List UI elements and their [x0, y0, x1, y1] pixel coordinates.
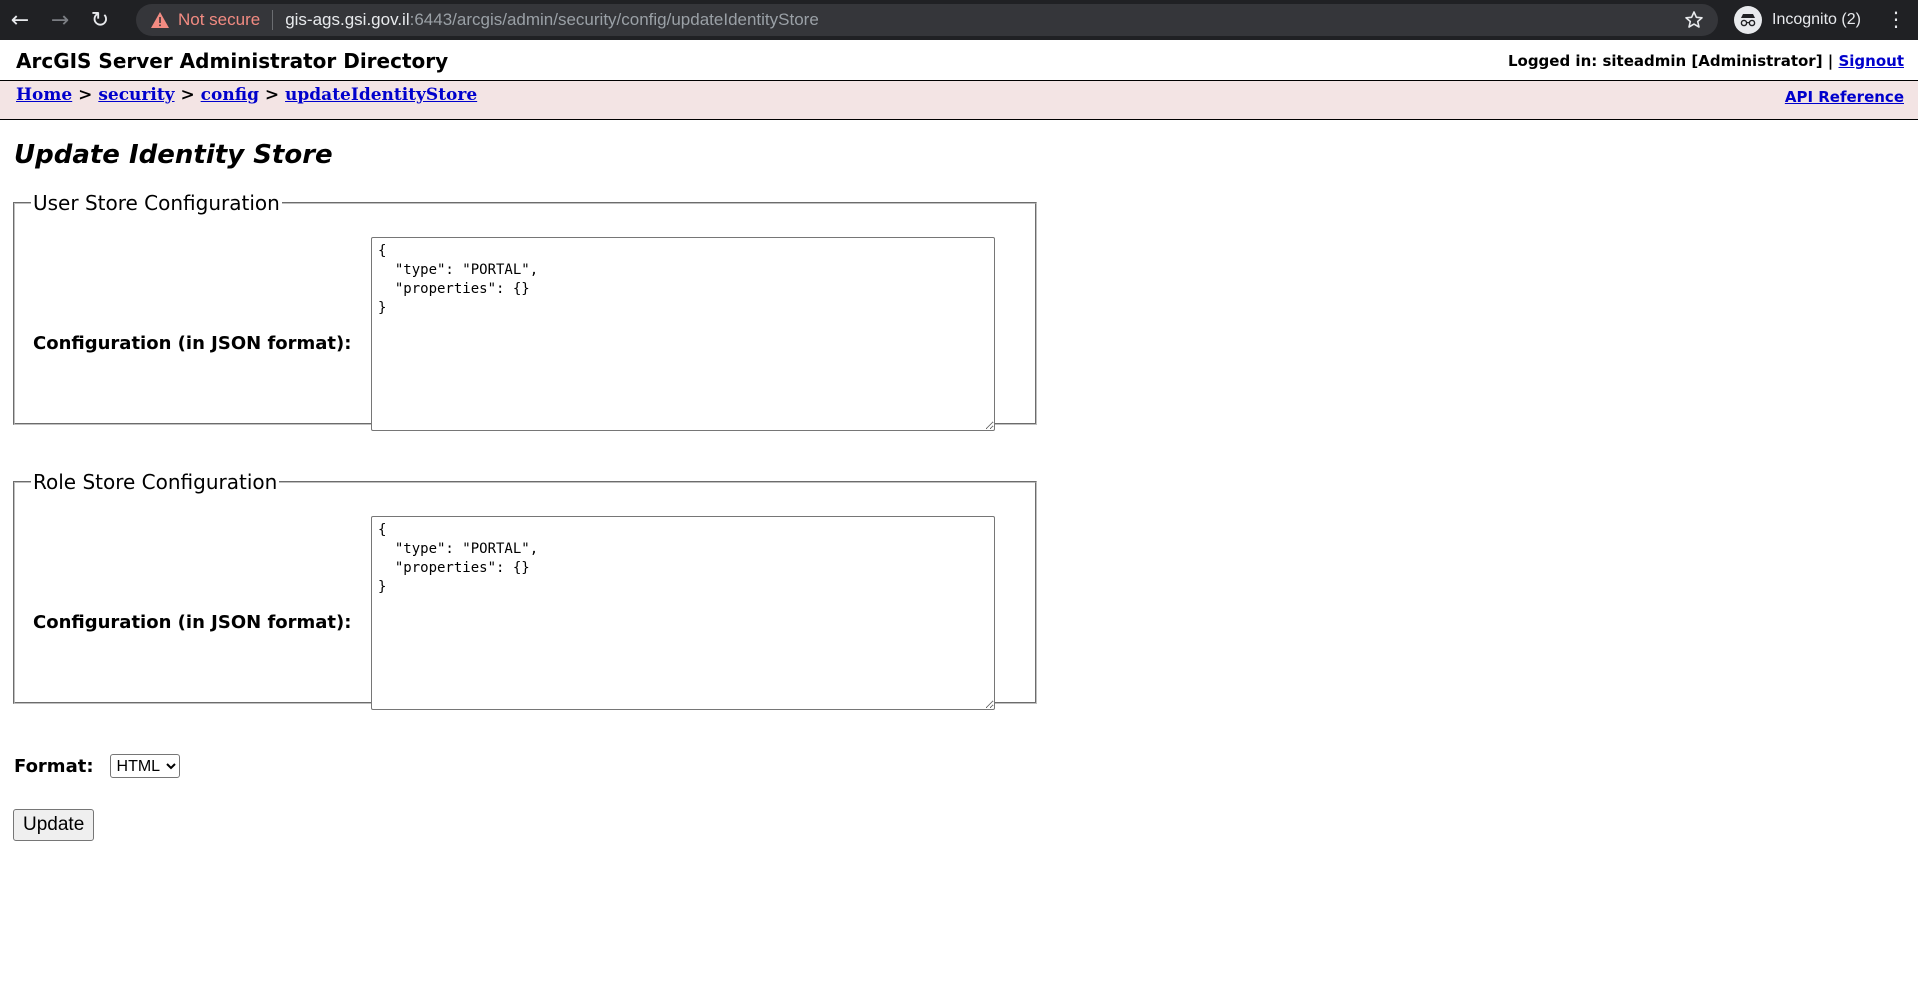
format-row: Format: HTML [14, 754, 180, 778]
breadcrumb-bar: Home > security > config > updateIdentit… [0, 81, 1918, 120]
role-store-config-label: Configuration (in JSON format): [33, 612, 352, 633]
url-host: gis-ags.gsi.gov.il [285, 10, 410, 29]
kebab-menu-icon[interactable]: ⋮ [1886, 9, 1906, 29]
signout-link[interactable]: Signout [1838, 52, 1904, 70]
format-label: Format: [14, 755, 94, 777]
user-store-config-label: Configuration (in JSON format): [33, 333, 352, 354]
format-select[interactable]: HTML [109, 754, 180, 778]
login-text: Logged in: siteadmin [Administrator] | [1507, 52, 1839, 70]
user-store-legend: User Store Configuration [33, 191, 280, 215]
forward-arrow-icon[interactable]: → [40, 0, 80, 40]
url-path: :6443/arcgis/admin/security/config/updat… [409, 10, 819, 29]
user-store-fieldset: User Store Configuration Configuration (… [13, 191, 1037, 431]
user-store-config-textarea[interactable]: { "type": "PORTAL", "properties": {} } [371, 237, 995, 431]
incognito-icon [1734, 6, 1762, 34]
bookmark-star-icon[interactable] [1684, 10, 1704, 30]
reload-icon[interactable]: ↻ [80, 0, 120, 40]
login-status: Logged in: siteadmin [Administrator] | S… [1508, 52, 1904, 70]
app-header: ArcGIS Server Administrator Directory Lo… [0, 40, 1918, 81]
breadcrumb-config[interactable]: config [201, 85, 259, 105]
breadcrumb: Home > security > config > updateIdentit… [16, 85, 477, 105]
address-bar[interactable]: Not secure gis-ags.gsi.gov.il:6443/arcgi… [136, 4, 1718, 36]
update-button[interactable]: Update [13, 809, 95, 841]
role-store-fieldset: Role Store Configuration Configuration (… [13, 470, 1037, 710]
breadcrumb-update-identity-store[interactable]: updateIdentityStore [285, 85, 477, 105]
page-title: Update Identity Store [14, 140, 333, 170]
omnibox-divider [272, 10, 274, 30]
incognito-indicator[interactable]: Incognito (2) [1734, 4, 1861, 36]
breadcrumb-separator: > [264, 85, 280, 105]
browser-toolbar: ← → ↻ Not secure gis-ags.gsi.gov.il:6443… [0, 0, 1918, 40]
breadcrumb-separator: > [78, 85, 93, 105]
breadcrumb-security[interactable]: security [98, 85, 174, 105]
breadcrumb-home[interactable]: Home [16, 85, 72, 105]
security-status[interactable]: Not secure [178, 10, 260, 30]
api-reference-link[interactable]: API Reference [1785, 88, 1904, 106]
role-store-legend: Role Store Configuration [33, 470, 278, 494]
role-store-config-textarea[interactable]: { "type": "PORTAL", "properties": {} } [371, 516, 995, 710]
warning-icon [151, 12, 169, 28]
incognito-label: Incognito (2) [1772, 11, 1861, 28]
app-title: ArcGIS Server Administrator Directory [16, 49, 449, 73]
back-arrow-icon[interactable]: ← [0, 0, 40, 40]
breadcrumb-separator: > [180, 85, 195, 105]
